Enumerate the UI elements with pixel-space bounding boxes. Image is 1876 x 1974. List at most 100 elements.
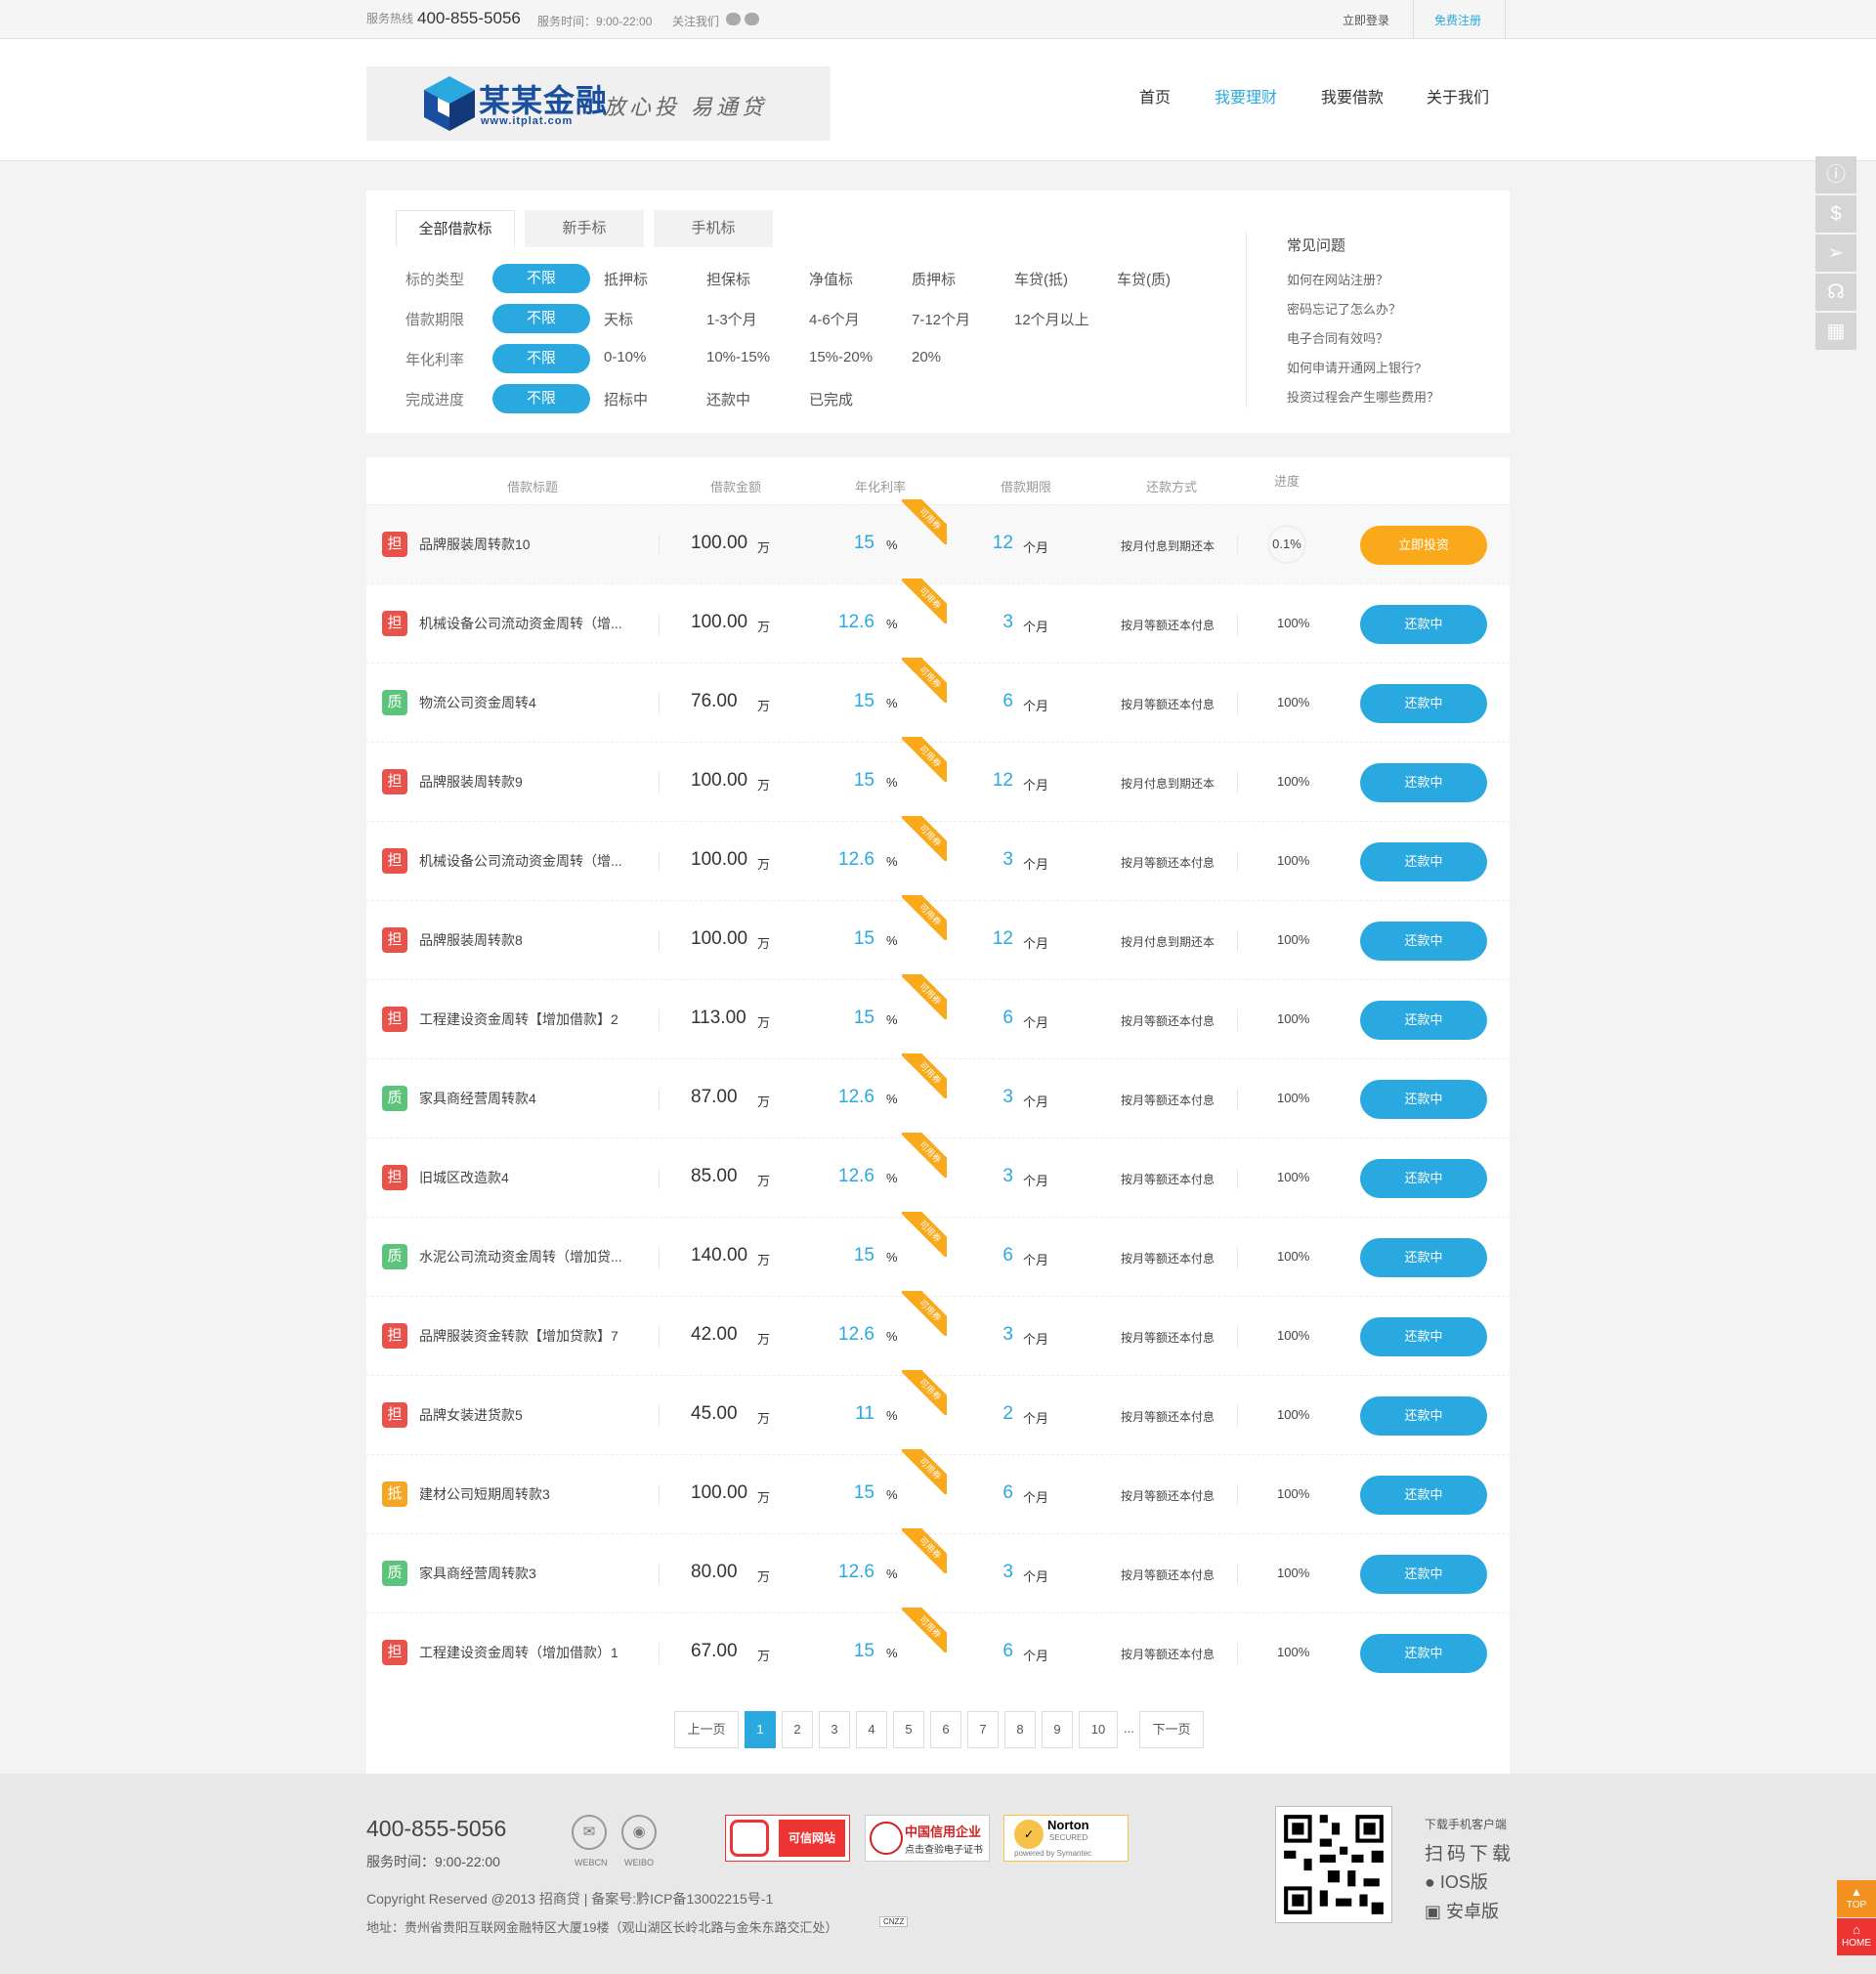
page-3[interactable]: 3 <box>819 1711 850 1748</box>
weibo-icon[interactable]: ◉ <box>621 1815 657 1850</box>
loan-title[interactable]: 工程建设资金周转（增加借款）1 <box>419 1643 632 1662</box>
next-page-button[interactable]: 下一页 <box>1139 1711 1204 1748</box>
page-6[interactable]: 6 <box>930 1711 961 1748</box>
loan-title[interactable]: 品牌服装周转款9 <box>419 772 632 792</box>
tab-mobile[interactable]: 手机标 <box>654 210 773 247</box>
loan-row[interactable]: 担品牌服装资金转款【增加贷款】7 42.00 万 12.6% 可用券 3 个月 按月等额还本付… <box>366 1291 1510 1375</box>
filter-type-all[interactable]: 不限 <box>492 264 590 293</box>
faq-item[interactable]: 密码忘记了怎么办？ <box>1287 299 1401 318</box>
headset-icon[interactable]: ☊ <box>1815 274 1856 311</box>
repaying-button[interactable]: 还款中 <box>1360 1555 1487 1594</box>
login-link[interactable]: 立即登录 <box>1343 12 1389 28</box>
filter-progress-all[interactable]: 不限 <box>492 384 590 413</box>
loan-row[interactable]: 担机械设备公司流动资金周转（增... 100.00 万 12.6% 可用券 3 个月 按月等额… <box>366 816 1510 900</box>
dollar-icon[interactable]: $ <box>1815 195 1856 233</box>
repaying-button[interactable]: 还款中 <box>1360 1001 1487 1040</box>
loan-title[interactable]: 工程建设资金周转【增加借款】2 <box>419 1009 632 1029</box>
loan-row[interactable]: 质水泥公司流动资金周转（增加贷... 140.00 万 15% 可用券 6 个月 按月等额还本… <box>366 1212 1510 1296</box>
faq-item[interactable]: 电子合同有效吗？ <box>1287 328 1388 347</box>
filter-option[interactable]: 12个月以上 <box>1014 309 1089 329</box>
filter-option[interactable]: 车贷(质) <box>1117 269 1171 289</box>
page-8[interactable]: 8 <box>1004 1711 1036 1748</box>
loan-title[interactable]: 品牌服装周转款8 <box>419 930 632 950</box>
loan-title[interactable]: 家具商经营周转款3 <box>419 1564 632 1583</box>
nav-borrow[interactable]: 我要借款 <box>1321 84 1384 107</box>
repaying-button[interactable]: 还款中 <box>1360 1159 1487 1198</box>
loan-row[interactable]: 质物流公司资金周转4 76.00 万 15% 可用券 6 个月 按月等额还本付息 100% 还款中 <box>366 658 1510 742</box>
norton-badge[interactable]: ✓ Norton SECURED powered by Symantec <box>1003 1815 1129 1862</box>
tab-all-loans[interactable]: 全部借款标 <box>396 210 515 247</box>
faq-item[interactable]: 如何在网站注册？ <box>1287 270 1388 288</box>
filter-option[interactable]: 天标 <box>604 309 633 329</box>
weibo-icon[interactable] <box>726 13 741 25</box>
nav-about[interactable]: 关于我们 <box>1427 84 1489 107</box>
loan-row[interactable]: 担机械设备公司流动资金周转（增... 100.00 万 12.6% 可用券 3 个月 按月等额… <box>366 579 1510 663</box>
loan-row[interactable]: 担品牌服装周转款9 100.00 万 15% 可用券 12 个月 按月付息到期还本 100% 还款… <box>366 737 1510 821</box>
filter-option[interactable]: 已完成 <box>809 389 853 409</box>
calculator-icon[interactable]: ▦ <box>1815 313 1856 350</box>
page-9[interactable]: 9 <box>1042 1711 1073 1748</box>
loan-title[interactable]: 家具商经营周转款4 <box>419 1089 632 1108</box>
loan-row[interactable]: 质家具商经营周转款3 80.00 万 12.6% 可用券 3 个月 按月等额还本付息 100% 还… <box>366 1528 1510 1612</box>
filter-option[interactable]: 20% <box>912 349 941 365</box>
wechat-icon[interactable]: ✉ <box>572 1815 607 1850</box>
loan-title[interactable]: 建材公司短期周转款3 <box>419 1484 632 1504</box>
faq-item[interactable]: 投资过程会产生哪些费用？ <box>1287 387 1439 406</box>
repaying-button[interactable]: 还款中 <box>1360 922 1487 961</box>
logo[interactable]: 某某金融 www.itplat.com 放心投 易通贷 <box>366 66 831 141</box>
repaying-button[interactable]: 还款中 <box>1360 1080 1487 1119</box>
filter-option[interactable]: 净值标 <box>809 269 853 289</box>
loan-row[interactable]: 抵建材公司短期周转款3 100.00 万 15% 可用券 6 个月 按月等额还本付息 100% 还… <box>366 1449 1510 1533</box>
nav-invest[interactable]: 我要理财 <box>1215 84 1277 107</box>
filter-rate-all[interactable]: 不限 <box>492 344 590 373</box>
loan-title[interactable]: 物流公司资金周转4 <box>419 693 632 712</box>
repaying-button[interactable]: 还款中 <box>1360 1634 1487 1673</box>
loan-row[interactable]: 担品牌女装进货款5 45.00 万 11% 可用券 2 个月 按月等额还本付息 100% 还款中 <box>366 1370 1510 1454</box>
repaying-button[interactable]: 还款中 <box>1360 763 1487 802</box>
send-icon[interactable]: ➢ <box>1815 235 1856 272</box>
filter-option[interactable]: 4-6个月 <box>809 309 860 329</box>
loan-title[interactable]: 机械设备公司流动资金周转（增... <box>419 614 632 633</box>
filter-option[interactable]: 7-12个月 <box>912 309 970 329</box>
repaying-button[interactable]: 还款中 <box>1360 605 1487 644</box>
info-icon[interactable]: ⓘ <box>1815 156 1856 193</box>
page-7[interactable]: 7 <box>967 1711 999 1748</box>
faq-item[interactable]: 如何申请开通网上银行? <box>1287 358 1421 376</box>
loan-row[interactable]: 担品牌服装周转款8 100.00 万 15% 可用券 12 个月 按月付息到期还本 100% 还款… <box>366 895 1510 979</box>
loan-row[interactable]: 担工程建设资金周转【增加借款】2 113.00 万 15% 可用券 6 个月 按月等额还本付息… <box>366 974 1510 1058</box>
filter-option[interactable]: 车贷(抵) <box>1014 269 1068 289</box>
repaying-button[interactable]: 还款中 <box>1360 684 1487 723</box>
register-link[interactable]: 免费注册 <box>1434 12 1481 28</box>
wechat-icon[interactable] <box>745 13 759 25</box>
page-1[interactable]: 1 <box>745 1711 776 1748</box>
credit-enterprise-badge[interactable]: 中国信用企业 点击查验电子证书 <box>865 1815 990 1862</box>
filter-option[interactable]: 0-10% <box>604 349 646 365</box>
filter-option[interactable]: 15%-20% <box>809 349 873 365</box>
filter-option[interactable]: 质押标 <box>912 269 956 289</box>
filter-option[interactable]: 1-3个月 <box>706 309 757 329</box>
filter-option[interactable]: 招标中 <box>604 389 648 409</box>
repaying-button[interactable]: 还款中 <box>1360 1238 1487 1277</box>
loan-title[interactable]: 品牌女装进货款5 <box>419 1405 632 1425</box>
filter-option[interactable]: 担保标 <box>706 269 750 289</box>
loan-title[interactable]: 旧城区改造款4 <box>419 1168 632 1187</box>
trusted-site-badge[interactable]: 可信网站 <box>725 1815 850 1862</box>
cnzz-badge[interactable]: CNZZ <box>879 1916 909 1927</box>
loan-title[interactable]: 品牌服装资金转款【增加贷款】7 <box>419 1326 632 1346</box>
ios-download-link[interactable]: ● IOS版 <box>1425 1868 1488 1894</box>
repaying-button[interactable]: 还款中 <box>1360 1396 1487 1436</box>
android-download-link[interactable]: ▣ 安卓版 <box>1425 1898 1499 1923</box>
loan-row[interactable]: 担工程建设资金周转（增加借款）1 67.00 万 15% 可用券 6 个月 按月等额还本付息 1… <box>366 1608 1510 1692</box>
page-10[interactable]: 10 <box>1079 1711 1118 1748</box>
loan-row[interactable]: 担旧城区改造款4 85.00 万 12.6% 可用券 3 个月 按月等额还本付息 100% 还款中 <box>366 1133 1510 1217</box>
repaying-button[interactable]: 还款中 <box>1360 842 1487 881</box>
page-4[interactable]: 4 <box>856 1711 887 1748</box>
filter-option[interactable]: 抵押标 <box>604 269 648 289</box>
repaying-button[interactable]: 还款中 <box>1360 1317 1487 1356</box>
filter-term-all[interactable]: 不限 <box>492 304 590 333</box>
loan-title[interactable]: 水泥公司流动资金周转（增加贷... <box>419 1247 632 1266</box>
page-2[interactable]: 2 <box>782 1711 813 1748</box>
loan-title[interactable]: 机械设备公司流动资金周转（增... <box>419 851 632 871</box>
filter-option[interactable]: 还款中 <box>706 389 750 409</box>
page-5[interactable]: 5 <box>893 1711 924 1748</box>
